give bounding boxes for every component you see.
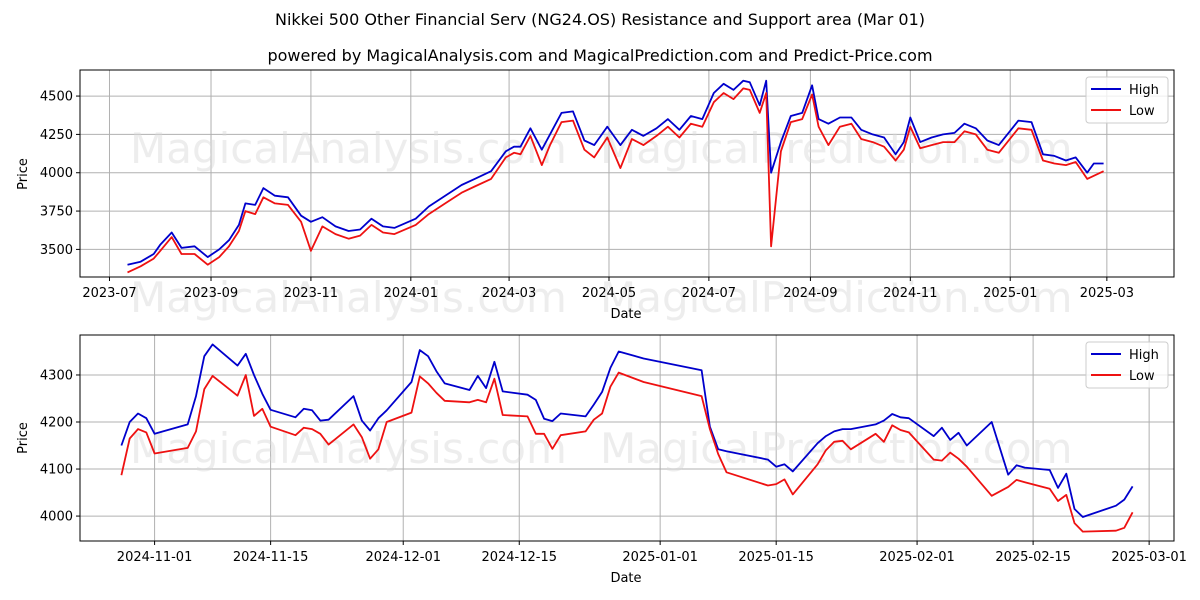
top-chart: MagicalAnalysis.com MagicalPrediction.co…: [16, 69, 1175, 322]
bottom-chart: MagicalAnalysis.com MagicalPrediction.co…: [16, 334, 1187, 586]
x-tick-label: 2025-03-01: [1111, 550, 1187, 565]
x-tick-label: 2024-05: [582, 286, 636, 301]
y-tick-label: 4000: [40, 510, 73, 525]
x-tick-label: 2023-07: [82, 286, 136, 301]
y-tick-label: 4250: [40, 128, 73, 143]
x-tick-label: 2025-03: [1080, 286, 1134, 301]
x-tick-label: 2024-01: [384, 286, 438, 301]
x-tick-label: 2023-09: [184, 286, 238, 301]
x-tick-label: 2024-11-15: [233, 550, 309, 565]
top-y-axis-label: Price: [16, 158, 31, 190]
x-tick-label: 2025-02-15: [995, 550, 1071, 565]
bottom-legend-low-label: Low: [1129, 369, 1155, 384]
y-tick-label: 4500: [40, 90, 73, 105]
bottom-x-axis-label: Date: [610, 571, 641, 586]
x-tick-label: 2024-12-15: [481, 550, 557, 565]
x-tick-label: 2025-01: [983, 286, 1037, 301]
x-tick-label: 2024-11-01: [117, 550, 193, 565]
x-tick-label: 2024-03: [482, 286, 536, 301]
bottom-y-axis-label: Price: [16, 422, 31, 454]
charts-canvas: MagicalAnalysis.com MagicalPrediction.co…: [16, 69, 1187, 586]
top-x-axis-label: Date: [610, 307, 641, 322]
y-tick-label: 3500: [40, 243, 73, 258]
y-tick-label: 4300: [40, 368, 73, 383]
x-tick-label: 2024-09: [783, 286, 837, 301]
bottom-legend-high-label: High: [1129, 348, 1159, 363]
x-tick-label: 2024-07: [682, 286, 736, 301]
top-legend: High Low: [1085, 76, 1169, 124]
y-tick-label: 4000: [40, 166, 73, 181]
top-legend-low-label: Low: [1129, 104, 1155, 119]
bottom-legend: High Low: [1085, 341, 1169, 389]
x-tick-label: 2025-02-01: [879, 550, 955, 565]
x-tick-label: 2025-01-01: [622, 550, 698, 565]
top-legend-high-label: High: [1129, 83, 1159, 98]
x-tick-label: 2023-11: [284, 286, 338, 301]
x-tick-label: 2024-12-01: [365, 550, 441, 565]
y-tick-label: 4100: [40, 463, 73, 478]
y-tick-label: 3750: [40, 205, 73, 220]
x-tick-label: 2024-11: [883, 286, 937, 301]
watermark-top-1: MagicalAnalysis.com: [130, 124, 567, 173]
y-tick-label: 4200: [40, 416, 73, 431]
x-tick-label: 2025-01-15: [738, 550, 814, 565]
